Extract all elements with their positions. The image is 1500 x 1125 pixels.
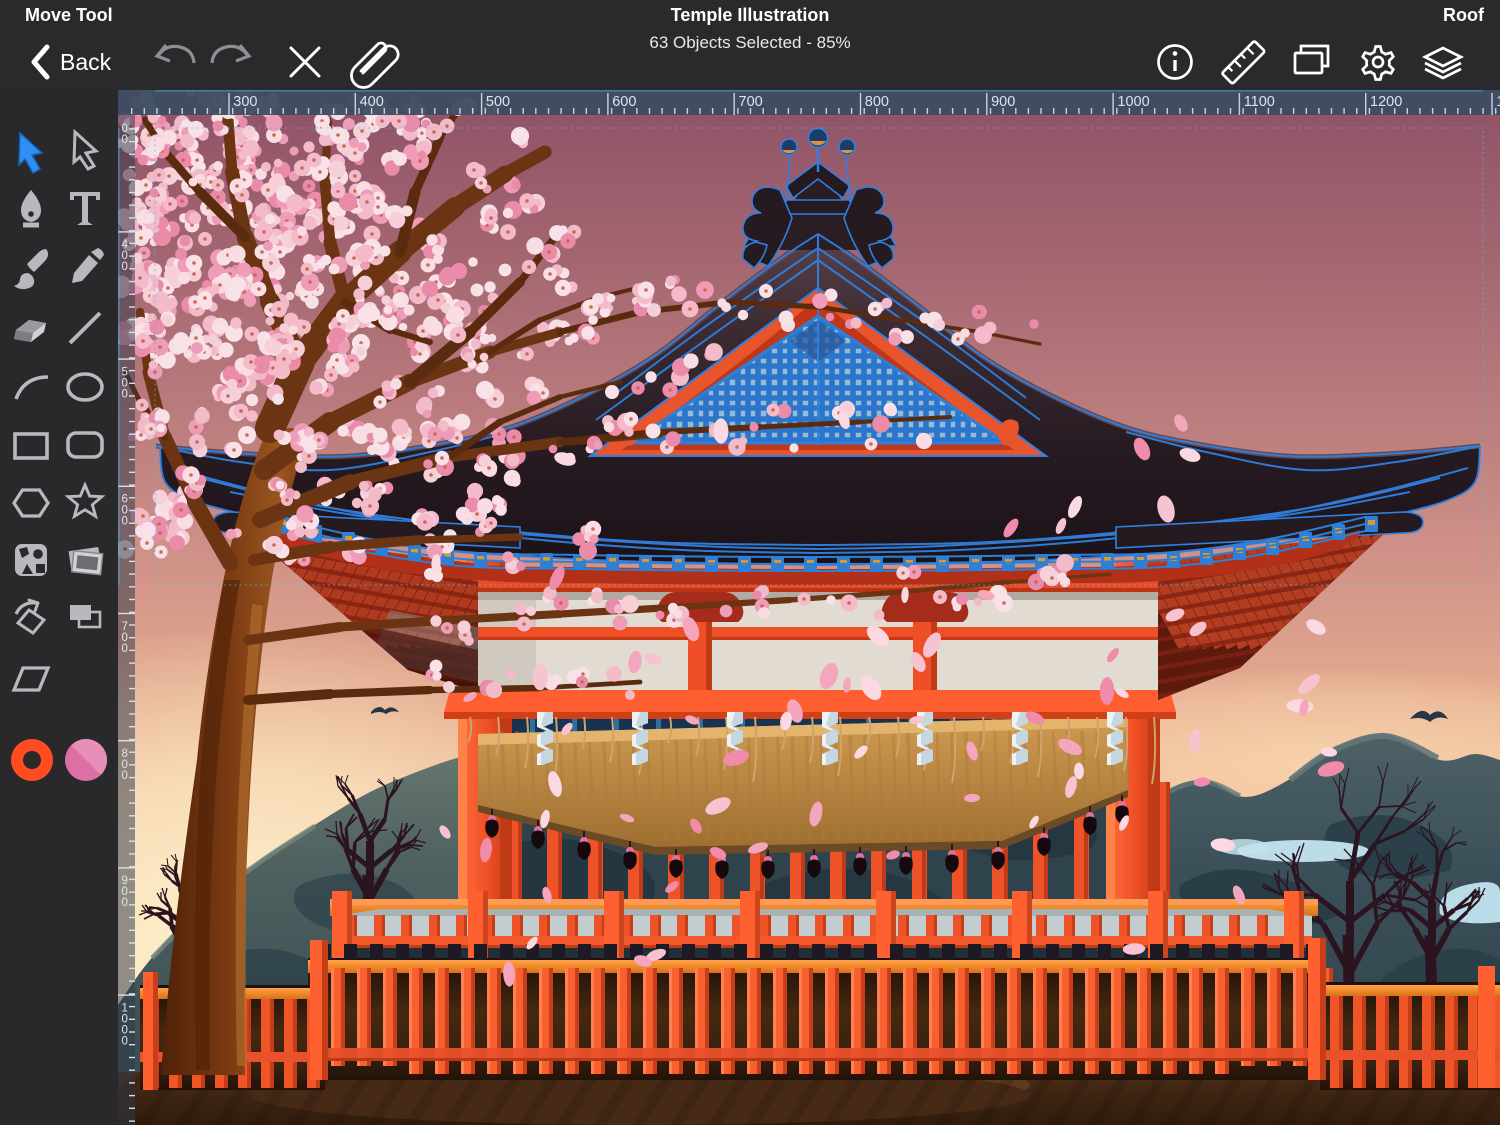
svg-text:0: 0 [122, 770, 128, 782]
svg-text:0: 0 [122, 516, 128, 528]
svg-text:1300: 1300 [1496, 94, 1500, 110]
svg-text:600: 600 [612, 94, 636, 110]
svg-text:0: 0 [122, 643, 128, 655]
svg-text:0: 0 [122, 1035, 128, 1047]
svg-text:Back: Back [60, 49, 112, 75]
svg-text:800: 800 [865, 94, 889, 110]
svg-text:700: 700 [739, 94, 763, 110]
svg-text:1200: 1200 [1370, 94, 1402, 110]
svg-text:0: 0 [122, 388, 128, 400]
svg-text:500: 500 [486, 94, 510, 110]
svg-text:400: 400 [360, 94, 384, 110]
svg-text:300: 300 [233, 94, 257, 110]
svg-text:1100: 1100 [1244, 94, 1275, 110]
svg-text:900: 900 [991, 94, 1015, 110]
svg-text:1000: 1000 [1117, 94, 1149, 110]
svg-text:0: 0 [122, 134, 128, 146]
svg-text:0: 0 [122, 261, 128, 273]
svg-text:0: 0 [122, 897, 128, 909]
